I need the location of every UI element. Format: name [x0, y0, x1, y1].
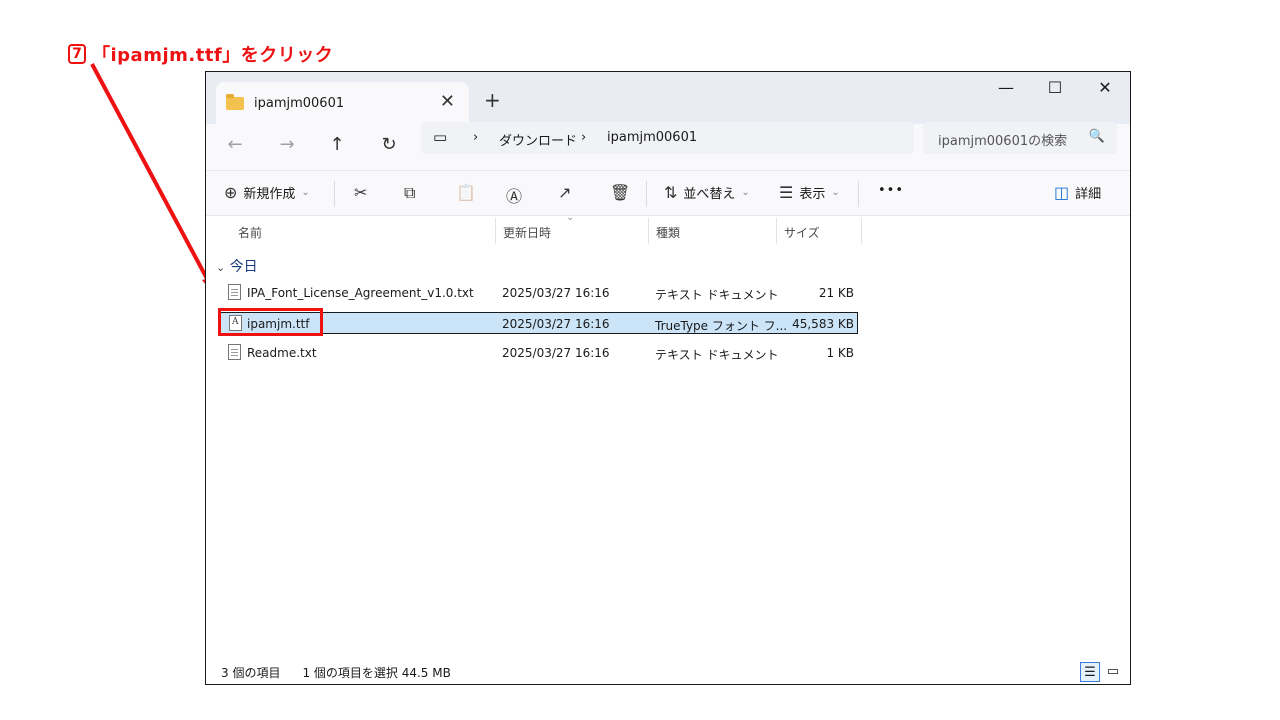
- view-label: 表示: [799, 187, 826, 202]
- toolbar-divider: [646, 181, 647, 207]
- breadcrumb-downloads[interactable]: ダウンロード: [499, 130, 577, 149]
- paste-icon[interactable]: 📋: [456, 183, 476, 202]
- column-header-size[interactable]: サイズ: [784, 224, 820, 254]
- search-input[interactable]: ipamjm00601の検索: [938, 130, 1067, 149]
- step-number-badge: 7: [68, 44, 86, 64]
- highlight-box: [218, 308, 323, 336]
- back-button[interactable]: ←: [220, 134, 250, 155]
- details-pane-button[interactable]: ◫ 詳細: [1054, 183, 1101, 202]
- step-annotation: 7 「ipamjm.ttf」をクリック: [68, 41, 333, 67]
- toolbar-divider: [858, 181, 859, 207]
- tab-close-button[interactable]: ✕: [440, 91, 455, 112]
- sort-icon: ⇅: [664, 183, 678, 202]
- sort-label: 並べ替え: [683, 187, 736, 202]
- file-type: テキスト ドキュメント: [655, 288, 779, 302]
- file-size: 1 KB: [826, 346, 854, 360]
- details-view-icon[interactable]: ☰: [1080, 662, 1100, 682]
- folder-icon: [226, 93, 244, 110]
- column-divider: [495, 218, 496, 244]
- file-size: 45,583 KB: [792, 317, 854, 331]
- item-count: 3 個の項目: [221, 666, 281, 680]
- new-label: 新規作成: [243, 187, 296, 202]
- file-date: 2025/03/27 16:16: [502, 286, 610, 300]
- file-type: テキスト ドキュメント: [655, 348, 779, 362]
- sort-button[interactable]: ⇅ 並べ替え ⌄: [664, 183, 750, 202]
- file-type: TrueType フォント フ...: [655, 319, 788, 333]
- this-pc-icon: ▭: [433, 128, 448, 146]
- column-header-name[interactable]: 名前: [238, 224, 262, 254]
- close-button[interactable]: ✕: [1082, 78, 1128, 97]
- cut-icon[interactable]: ✂: [354, 183, 367, 202]
- chevron-down-icon: ⌄: [216, 261, 226, 274]
- refresh-button[interactable]: ↻: [374, 134, 404, 155]
- sort-indicator-icon: ⌄: [566, 212, 575, 223]
- toolbar-divider: [334, 181, 335, 207]
- search-box[interactable]: ipamjm00601の検索 🔍: [923, 122, 1117, 154]
- forward-button[interactable]: →: [272, 134, 302, 155]
- delete-icon[interactable]: 🗑: [610, 183, 630, 202]
- address-bar[interactable]: ▭ › ダウンロード › ipamjm00601: [421, 122, 914, 154]
- file-date: 2025/03/27 16:16: [502, 317, 610, 331]
- details-label: 詳細: [1075, 187, 1102, 202]
- explorer-window: ipamjm00601 ✕ + — ☐ ✕ ← → ↑ ↻ ▭ › ダウンロード…: [205, 71, 1131, 685]
- view-button[interactable]: ☰ 表示 ⌄: [779, 183, 840, 202]
- chevron-down-icon: ⌄: [741, 187, 750, 198]
- breadcrumb-separator-icon: ›: [473, 130, 479, 145]
- chevron-down-icon: ⌄: [831, 187, 840, 198]
- view-list-icon: ☰: [779, 183, 794, 202]
- share-icon[interactable]: ↗: [558, 183, 571, 202]
- new-tab-button[interactable]: +: [484, 88, 501, 112]
- copy-icon[interactable]: ⧉: [404, 183, 415, 203]
- breadcrumb-ipamjm00601[interactable]: ipamjm00601: [607, 130, 697, 145]
- minimize-button[interactable]: —: [983, 78, 1029, 97]
- breadcrumb-separator-icon: ›: [581, 130, 587, 145]
- selection-info: 1 個の項目を選択 44.5 MB: [302, 666, 451, 680]
- group-label: 今日: [229, 259, 258, 275]
- more-options-button[interactable]: •••: [878, 183, 904, 198]
- file-size: 21 KB: [818, 286, 854, 300]
- chevron-down-icon: ⌄: [301, 187, 310, 198]
- group-header-today[interactable]: ⌄ 今日: [216, 256, 258, 276]
- status-bar: 3 個の項目 1 個の項目を選択 44.5 MB: [221, 664, 451, 681]
- step-instruction: 「ipamjm.ttf」をクリック: [92, 45, 334, 66]
- file-name: IPA_Font_License_Agreement_v1.0.txt: [247, 286, 474, 300]
- column-divider: [776, 218, 777, 244]
- text-file-icon: [228, 284, 241, 300]
- tab-title: ipamjm00601: [254, 95, 345, 111]
- file-name: Readme.txt: [247, 346, 317, 360]
- file-row[interactable]: IPA_Font_License_Agreement_v1.0.txt 2025…: [218, 282, 858, 304]
- rename-icon[interactable]: Ⓐ: [506, 183, 522, 207]
- text-file-icon: [228, 344, 241, 360]
- search-icon: 🔍: [1088, 129, 1105, 144]
- column-header-date[interactable]: 更新日時: [503, 224, 551, 254]
- file-row[interactable]: Readme.txt 2025/03/27 16:16 テキスト ドキュメント …: [218, 342, 858, 364]
- title-bar: ipamjm00601 ✕ + — ☐ ✕: [206, 72, 1130, 124]
- command-bar: ⊕ 新規作成 ⌄ ✂ ⧉ 📋 Ⓐ ↗ 🗑 ⇅ 並べ替え ⌄ ☰ 表示 ⌄ •••…: [206, 170, 1130, 216]
- column-header-type[interactable]: 種類: [656, 224, 680, 254]
- column-divider: [861, 218, 862, 244]
- new-button[interactable]: ⊕ 新規作成 ⌄: [224, 183, 310, 202]
- plus-circle-icon: ⊕: [224, 183, 238, 202]
- tiles-view-icon[interactable]: ▭: [1103, 662, 1123, 682]
- details-pane-icon: ◫: [1054, 183, 1070, 202]
- column-divider: [648, 218, 649, 244]
- up-button[interactable]: ↑: [322, 134, 352, 155]
- tab-ipamjm00601[interactable]: ipamjm00601 ✕: [216, 82, 469, 124]
- maximize-button[interactable]: ☐: [1032, 78, 1078, 97]
- file-date: 2025/03/27 16:16: [502, 346, 610, 360]
